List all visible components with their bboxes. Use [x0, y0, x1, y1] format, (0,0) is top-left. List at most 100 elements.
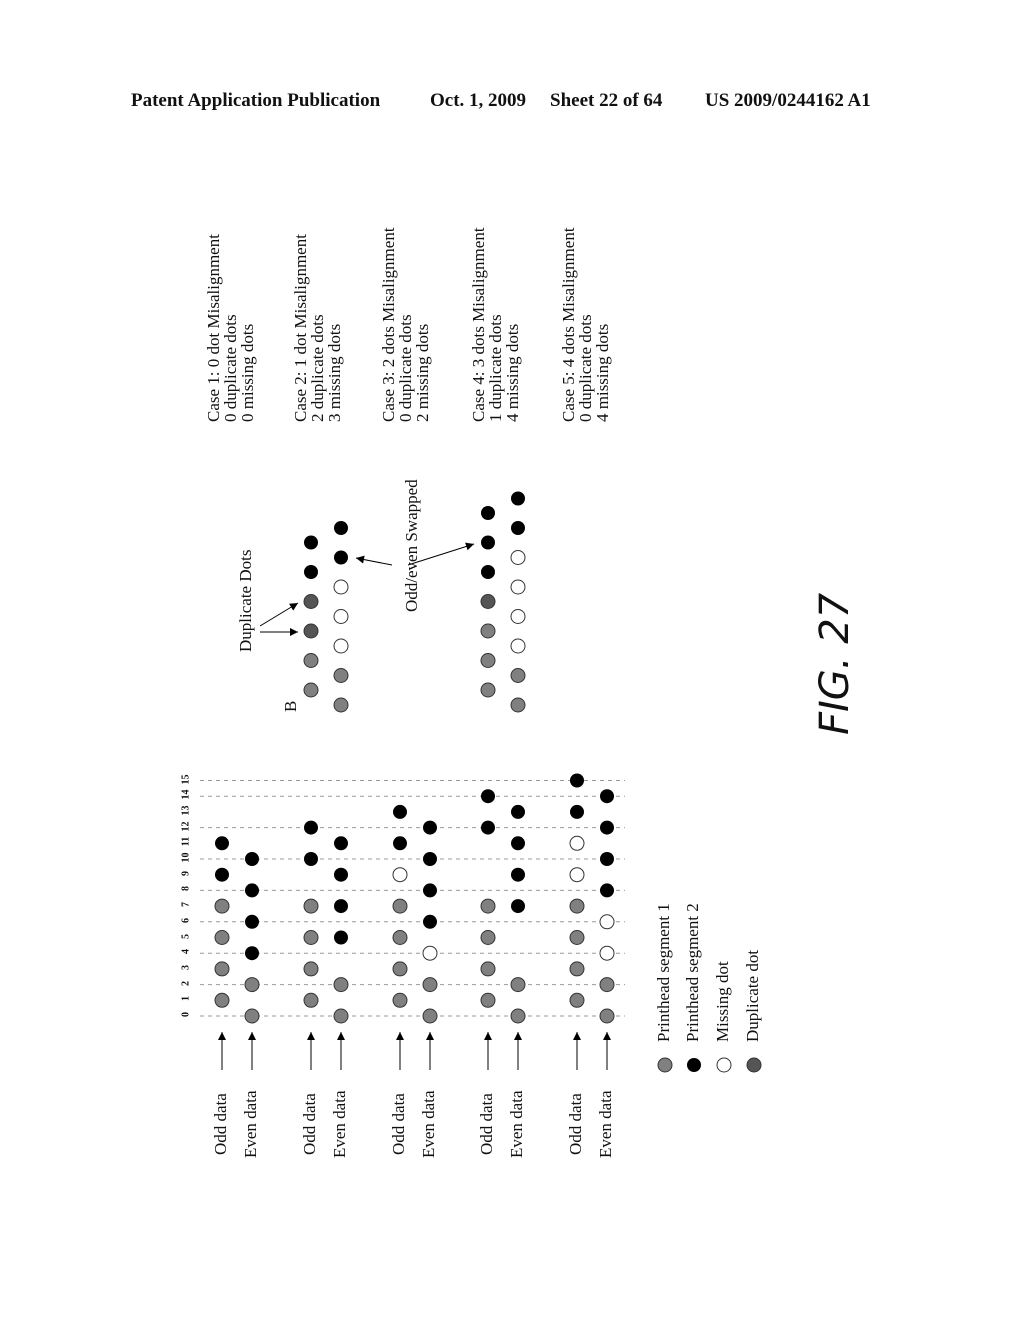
case5-even-dot — [600, 852, 614, 866]
axis-tick: 6 — [180, 917, 192, 923]
detail-c-bottom-dot — [510, 609, 526, 624]
case-missing: 4 missing dots — [593, 323, 612, 422]
axis-tick: 10 — [180, 852, 192, 863]
axis-tick: 12 — [180, 821, 192, 832]
case3-even-dot — [423, 883, 437, 898]
detail-c-top-dot — [481, 565, 495, 579]
detail-b-bottom-dot — [333, 697, 349, 713]
detail-c-top-dot — [480, 682, 496, 698]
case5-odd-dot — [569, 992, 585, 1008]
case5-odd-dot — [569, 961, 585, 977]
even-data-label: Even data — [596, 1090, 615, 1159]
odd-data-label: Odd data — [566, 1093, 585, 1155]
even-data-label: Even data — [330, 1090, 349, 1159]
case2-odd-dot — [304, 820, 318, 835]
case3-odd-dot — [392, 992, 408, 1008]
detail-c-bottom-dot — [511, 521, 525, 535]
figure-label: FIG. 27 — [812, 592, 858, 735]
case3-even-dot — [422, 1008, 438, 1024]
axis-tick: 5 — [180, 933, 192, 939]
case1-odd-dot — [214, 992, 230, 1008]
case2-even-dot — [334, 867, 348, 882]
axis-tick: 13 — [180, 805, 192, 816]
detail-c-bottom-dot — [511, 491, 525, 506]
detail-b-top-dot — [303, 653, 319, 668]
swapped-arrow-2-head — [465, 542, 474, 551]
axis-tick: 9 — [180, 870, 192, 876]
detail-c-top-dot — [480, 623, 496, 639]
detail-b-bottom-dot — [333, 579, 349, 595]
case2-odd-dot — [304, 852, 318, 866]
duplicate-arrow-2-head — [289, 603, 298, 611]
case4-odd-dot — [481, 820, 495, 835]
detail-c-bottom-dot — [510, 668, 526, 683]
case2-odd-dot — [303, 930, 319, 945]
case3-even-dot — [422, 945, 438, 961]
case4-odd-dot — [480, 961, 496, 977]
legend-s1-swatch — [657, 1057, 673, 1073]
axis-tick: 11 — [180, 837, 192, 847]
case5-even-dot — [599, 977, 615, 993]
detail-c-top-dot — [480, 594, 496, 609]
case4-even-dot — [511, 867, 525, 882]
case4-odd-dot — [481, 789, 495, 804]
axis-tick: 3 — [180, 964, 192, 970]
even-data-label: Even data — [241, 1090, 260, 1159]
case1-odd-dot — [215, 836, 229, 851]
legend-dup-swatch — [746, 1057, 762, 1073]
case4-even-dot — [511, 899, 525, 914]
case5-even-dot — [599, 914, 615, 930]
detail-b-top-dot — [303, 623, 319, 639]
case4-even-arrow-head — [514, 1032, 522, 1040]
case5-odd-dot — [569, 867, 585, 883]
case4-odd-arrow-head — [484, 1032, 492, 1040]
case1-odd-dot — [214, 961, 230, 977]
case5-odd-dot — [569, 835, 585, 851]
case-missing: 4 missing dots — [503, 323, 522, 422]
detail-b-bottom-dot — [333, 609, 349, 624]
detail-b-top-dot — [303, 682, 319, 698]
even-data-label: Even data — [419, 1090, 438, 1159]
case1-even-dot — [245, 946, 259, 961]
case3-odd-dot — [393, 836, 407, 851]
odd-data-label: Odd data — [300, 1093, 319, 1155]
axis-tick: 4 — [180, 949, 192, 955]
case3-odd-dot — [392, 930, 408, 945]
case1-even-dot — [244, 1008, 260, 1024]
legend-label: Printhead segment 2 — [683, 903, 702, 1042]
case4-odd-dot — [480, 930, 496, 945]
detail-b-bottom-dot — [334, 521, 348, 535]
case1-even-dot — [245, 852, 259, 866]
odd-even-swapped-label: Odd/even Swapped — [402, 479, 421, 612]
case-missing: 3 missing dots — [325, 323, 344, 422]
case4-even-dot — [510, 1008, 526, 1024]
case-missing: 2 missing dots — [413, 323, 432, 422]
detail-b-bottom-dot — [334, 550, 348, 565]
case5-odd-dot — [570, 773, 584, 788]
case4-odd-dot — [480, 898, 496, 914]
case1-even-dot — [245, 914, 259, 929]
case2-even-dot — [334, 899, 348, 914]
case-missing: 0 missing dots — [238, 323, 257, 422]
legend-label: Duplicate dot — [743, 949, 762, 1042]
detail-b-bottom-dot — [333, 638, 349, 654]
axis-tick: 7 — [180, 902, 192, 908]
detail-b-bottom-dot — [333, 668, 349, 683]
odd-data-label: Odd data — [211, 1093, 230, 1155]
axis-tick: 1 — [180, 996, 192, 1002]
case1-odd-dot — [214, 930, 230, 945]
case5-odd-dot — [569, 930, 585, 945]
axis-tick: 8 — [180, 886, 192, 892]
case5-even-dot — [600, 789, 614, 804]
legend-label: Printhead segment 1 — [654, 903, 673, 1042]
even-data-label: Even data — [507, 1090, 526, 1159]
case1-odd-arrow-head — [218, 1032, 226, 1040]
odd-data-label: Odd data — [389, 1093, 408, 1155]
case1-even-dot — [245, 883, 259, 898]
case5-even-dot — [600, 883, 614, 898]
case4-even-dot — [511, 804, 525, 819]
duplicate-dots-label: Duplicate Dots — [236, 549, 255, 652]
case2-even-dot — [334, 930, 348, 945]
case2-even-arrow-head — [337, 1032, 345, 1040]
case3-odd-dot — [392, 898, 408, 914]
